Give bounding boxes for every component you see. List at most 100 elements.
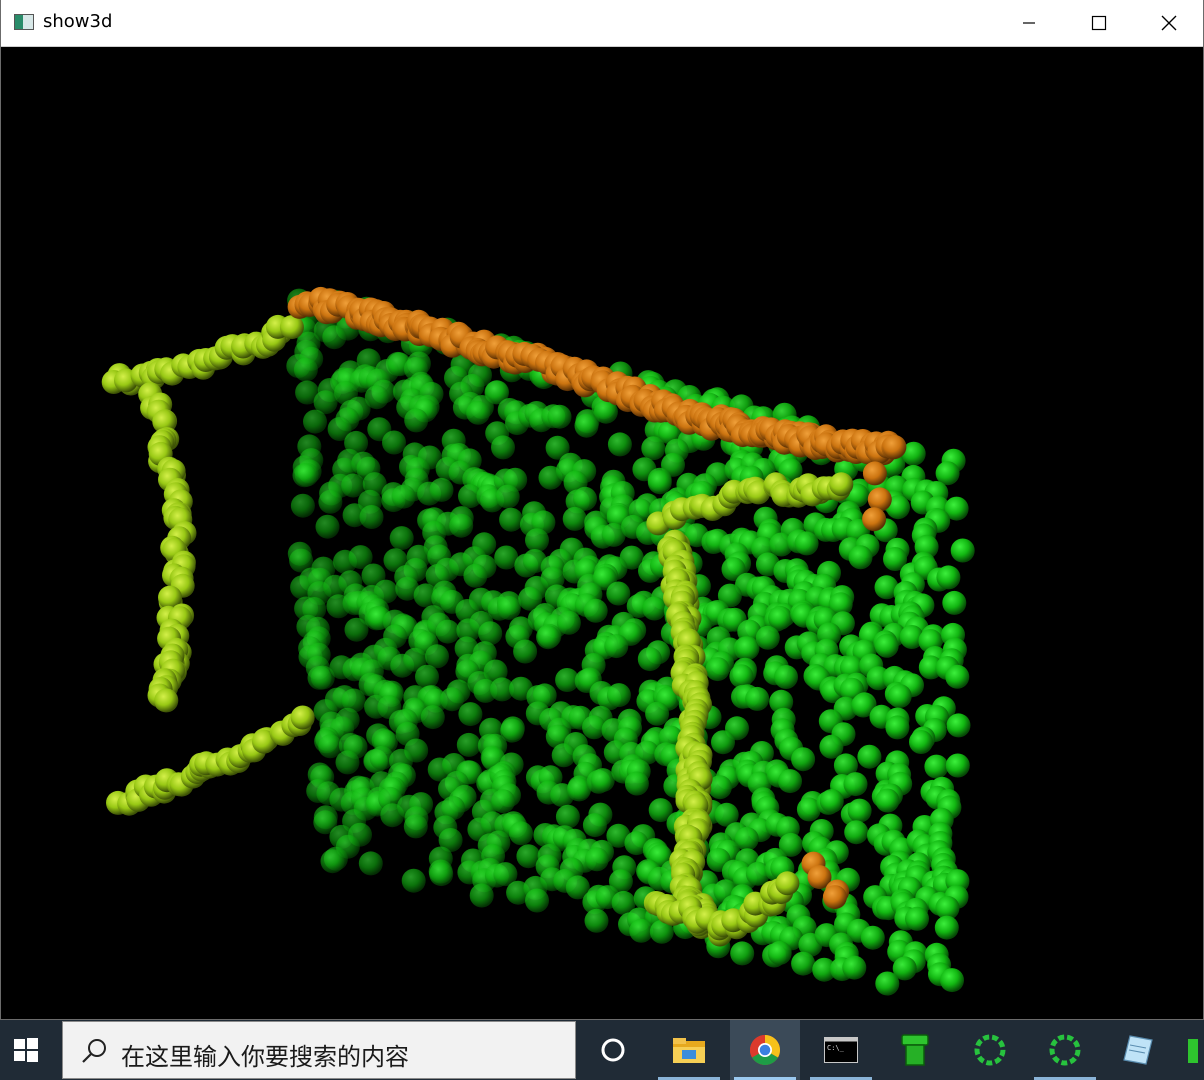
sphere [945,664,970,689]
sphere [604,634,629,659]
sphere [860,925,885,950]
taskbar-chrome[interactable] [730,1020,800,1080]
sphere [429,862,454,887]
sphere [415,664,439,689]
3d-viewport[interactable] [4,47,1202,1018]
sphere [290,705,315,730]
taskbar-pipe-app[interactable] [880,1020,950,1080]
sphere [874,633,899,658]
sphere [509,821,533,846]
sphere [875,971,900,996]
search-box[interactable]: 在这里输入你要搜索的内容 [62,1021,576,1079]
start-button[interactable] [0,1020,52,1080]
sphere [584,908,609,933]
sphere [843,772,868,797]
window-title: show3d [43,11,113,32]
sphere [946,713,971,738]
sphere [335,750,360,775]
sphere [942,590,967,615]
sphere [794,531,819,556]
sphere [730,941,755,966]
sphere [882,434,907,459]
sphere [429,477,454,502]
sphere [315,514,340,539]
sphere [711,730,735,755]
windows-icon [14,1038,38,1062]
sphere [466,400,491,425]
spinner-icon [974,1034,1006,1066]
sphere [642,596,667,621]
taskbar-notes-app[interactable] [1104,1020,1174,1080]
sphere [767,940,792,965]
search-icon [82,1039,106,1063]
app-window: show3d [0,0,1204,1020]
sphere [574,413,599,438]
sphere [848,545,873,570]
sphere [320,849,345,874]
sphere-point-cloud [101,286,975,996]
sphere [382,430,406,455]
sphere [344,617,369,642]
search-placeholder: 在这里输入你要搜索的内容 [121,1043,409,1071]
sphere [456,732,481,757]
sphere [705,657,730,682]
sphere [909,730,933,754]
sphere [358,851,383,876]
sphere [495,484,520,509]
sphere [547,404,572,429]
taskbar-file-explorer[interactable] [654,1020,724,1080]
sphere [606,581,631,606]
sphere [499,507,524,532]
sphere [629,918,654,943]
sphere [584,847,609,872]
minimize-icon [1023,22,1035,24]
folder-icon [673,1038,705,1063]
sphere [842,955,867,980]
sphere [525,888,549,913]
taskbar-loading-app-2[interactable] [1030,1020,1100,1080]
sphere [755,625,780,650]
terminal-icon: C:\_ [824,1037,858,1063]
title-bar[interactable]: show3d [1,0,1203,47]
sphere [822,885,847,910]
sphere [582,813,607,838]
taskbar-command-prompt[interactable]: C:\_ [806,1020,876,1080]
sphere [768,605,793,630]
sphere [637,647,662,672]
sphere [936,565,961,590]
sphere [404,408,429,433]
sphere [791,951,816,976]
cortana-button[interactable] [578,1020,648,1080]
sphere [525,528,549,553]
sphere [647,470,672,495]
sphere [791,747,816,772]
sphere [463,563,488,588]
sphere [606,683,631,708]
sphere [491,435,515,460]
sphere [934,915,959,940]
sphere [449,513,474,538]
sphere [641,436,666,461]
sphere [819,789,844,813]
sphere [318,489,343,514]
svg-text:C:\_: C:\_ [827,1044,845,1052]
taskbar-overflow-app[interactable] [1178,1020,1204,1080]
minimize-button[interactable] [994,0,1064,46]
sphere [924,754,949,779]
sphere [403,814,428,839]
sphere [401,868,426,893]
taskbar-loading-app-1[interactable] [955,1020,1025,1080]
sphere [562,506,587,531]
circle-icon [601,1038,625,1062]
sphere [293,357,318,382]
maximize-button[interactable] [1064,0,1134,46]
close-icon [1161,15,1177,31]
sphere [862,507,887,532]
sphere [469,883,494,908]
sphere [875,788,900,813]
close-button[interactable] [1134,0,1204,46]
pipe-icon [901,1034,929,1066]
sphere [829,472,854,497]
sphere [583,598,608,623]
sphere [496,595,521,620]
